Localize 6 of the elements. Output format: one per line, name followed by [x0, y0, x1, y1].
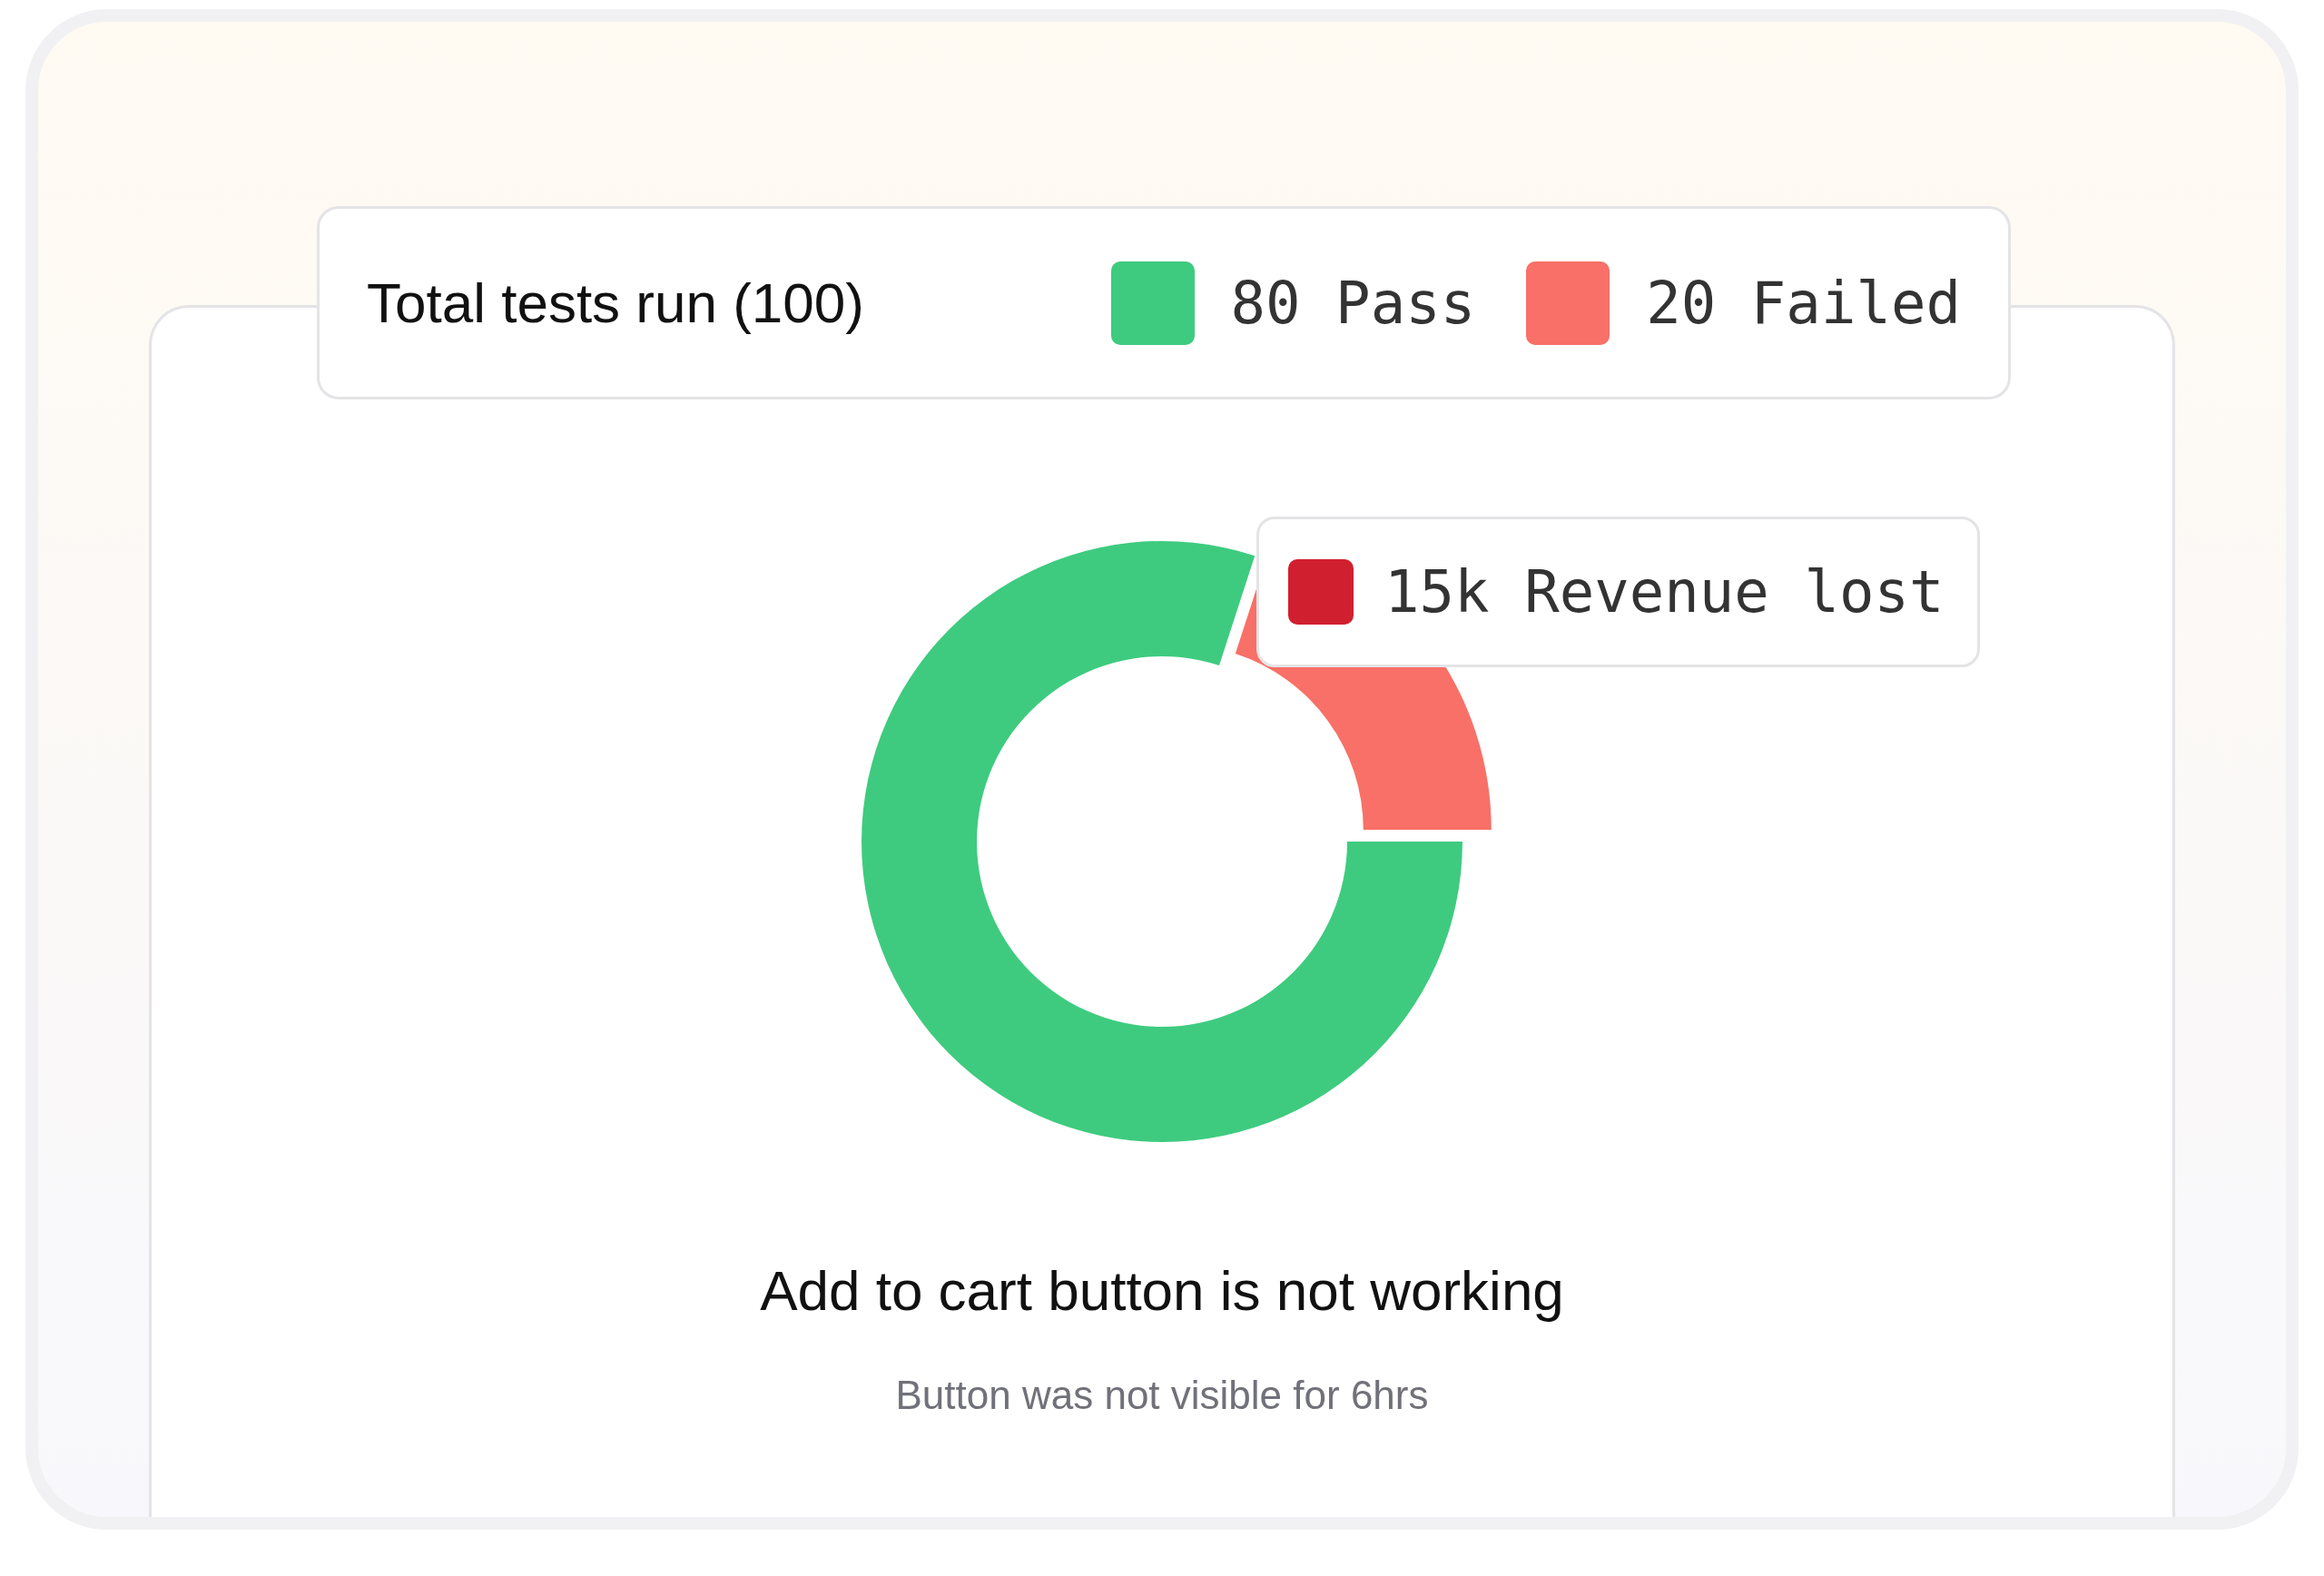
tooltip-label: 15k Revenue lost	[1384, 557, 1945, 627]
legend-title: Total tests run (100)	[367, 271, 864, 336]
issue-subtitle: Button was not visible for 6hrs	[895, 1372, 1429, 1419]
issue-title: Add to cart button is not working	[760, 1258, 1564, 1324]
legend-label: 80 Pass	[1230, 268, 1476, 339]
legend-label: 20 Failed	[1646, 268, 1961, 339]
